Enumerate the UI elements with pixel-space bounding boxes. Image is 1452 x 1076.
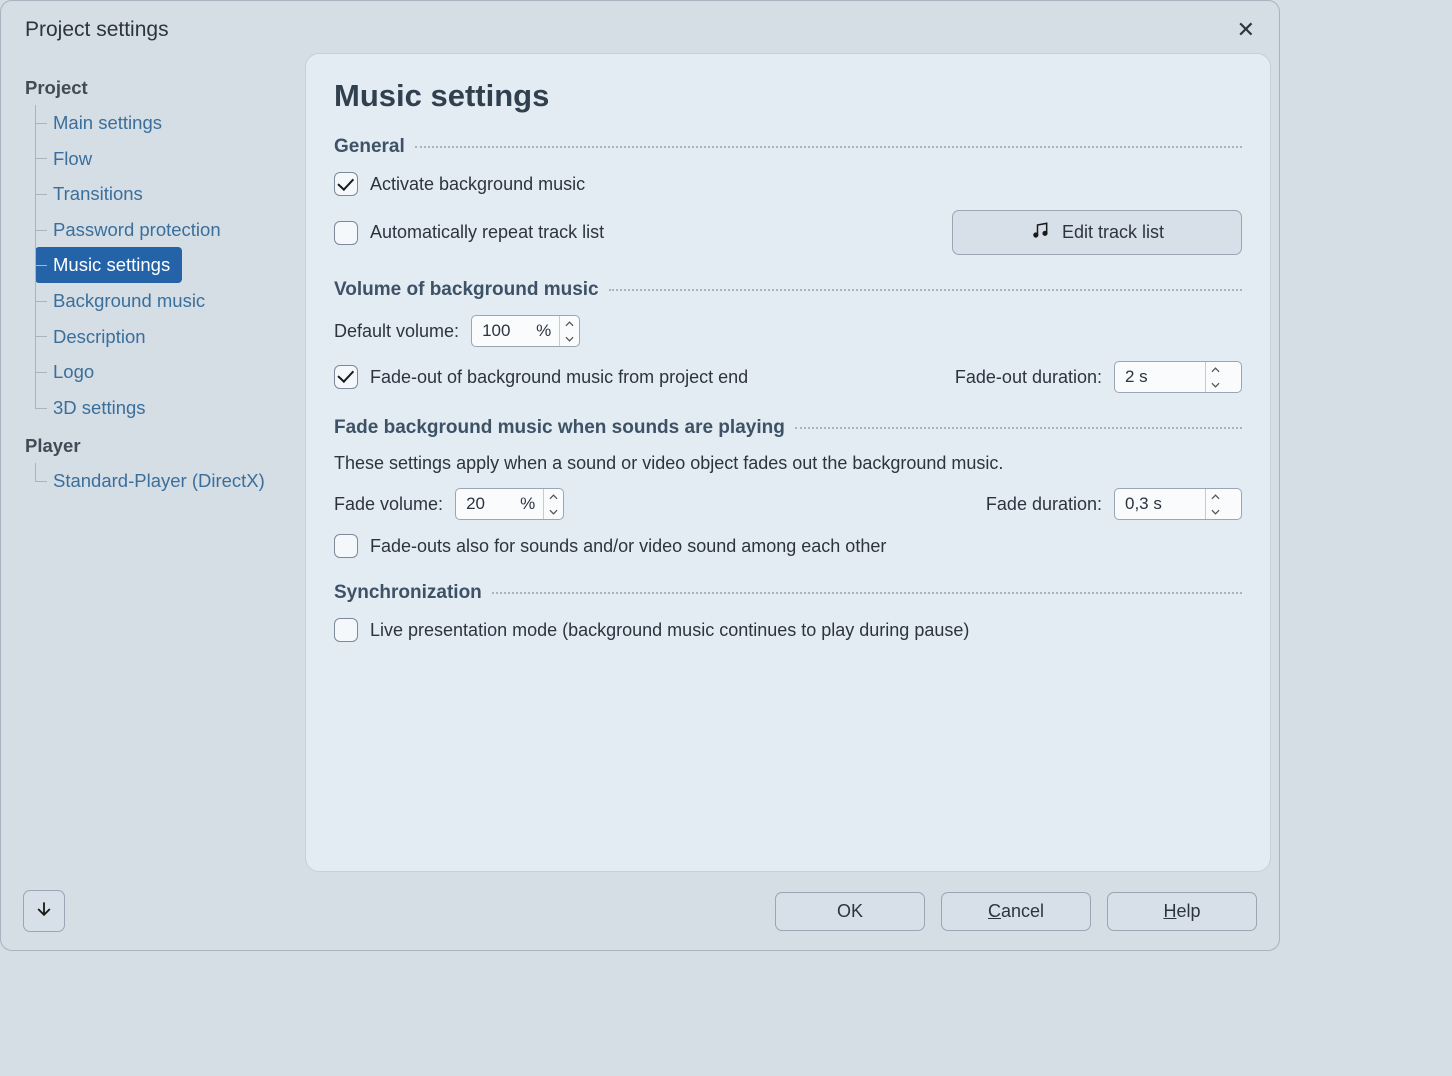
- sidebar-item-description[interactable]: Description: [35, 319, 287, 355]
- default-volume-value[interactable]: 100: [472, 316, 536, 346]
- auto-repeat-checkbox[interactable]: [334, 221, 358, 245]
- fade-hint: These settings apply when a sound or vid…: [334, 453, 1242, 474]
- fadeout-duration-value[interactable]: 2 s: [1115, 362, 1205, 392]
- default-volume-spinner[interactable]: 100 %: [471, 315, 580, 347]
- spinner-up-icon[interactable]: [544, 489, 563, 504]
- activate-bg-music-checkbox[interactable]: [334, 172, 358, 196]
- sidebar-item-standard-player[interactable]: Standard-Player (DirectX): [35, 463, 287, 499]
- fadeout-duration-label: Fade-out duration:: [955, 367, 1102, 388]
- fade-volume-value[interactable]: 20: [456, 489, 520, 519]
- sidebar-item-3d-settings[interactable]: 3D settings: [35, 390, 287, 426]
- fade-duration-value[interactable]: 0,3 s: [1115, 489, 1205, 519]
- spinner-up-icon[interactable]: [1206, 489, 1225, 504]
- spinner-up-icon[interactable]: [1206, 362, 1225, 377]
- sidebar-group-player: Player: [21, 429, 287, 459]
- sidebar-item-flow[interactable]: Flow: [35, 141, 287, 177]
- music-note-icon: [1030, 220, 1050, 245]
- default-volume-unit: %: [536, 316, 559, 346]
- fade-duration-label: Fade duration:: [986, 494, 1102, 515]
- window-title: Project settings: [25, 18, 169, 42]
- auto-repeat-label: Automatically repeat track list: [370, 222, 604, 243]
- fadeout-end-label: Fade-out of background music from projec…: [370, 365, 748, 389]
- spinner-up-icon[interactable]: [560, 316, 579, 331]
- spinner-down-icon[interactable]: [1206, 504, 1225, 519]
- sidebar-item-music-settings[interactable]: Music settings: [35, 247, 182, 283]
- page-title: Music settings: [334, 78, 1242, 114]
- cancel-button[interactable]: Cancel: [941, 892, 1091, 931]
- default-volume-label: Default volume:: [334, 321, 459, 342]
- activate-bg-music-label: Activate background music: [370, 174, 585, 195]
- sidebar-item-main-settings[interactable]: Main settings: [35, 105, 287, 141]
- spinner-down-icon[interactable]: [544, 504, 563, 519]
- section-general: General: [334, 136, 1242, 158]
- fadeout-end-checkbox[interactable]: [334, 365, 358, 389]
- live-mode-checkbox[interactable]: [334, 618, 358, 642]
- footer: OK Cancel Help: [1, 880, 1279, 950]
- section-fade: Fade background music when sounds are pl…: [334, 417, 1242, 439]
- section-sync: Synchronization: [334, 582, 1242, 604]
- fade-among-label: Fade-outs also for sounds and/or video s…: [370, 536, 886, 557]
- content-panel: Music settings General Activate backgrou…: [305, 53, 1271, 872]
- sidebar: Project Main settings Flow Transitions P…: [9, 53, 295, 872]
- fade-volume-label: Fade volume:: [334, 494, 443, 515]
- import-button[interactable]: [23, 890, 65, 932]
- fade-among-checkbox[interactable]: [334, 534, 358, 558]
- spinner-down-icon[interactable]: [560, 331, 579, 346]
- sidebar-item-logo[interactable]: Logo: [35, 354, 287, 390]
- spinner-down-icon[interactable]: [1206, 377, 1225, 392]
- fade-duration-spinner[interactable]: 0,3 s: [1114, 488, 1242, 520]
- sidebar-item-transitions[interactable]: Transitions: [35, 176, 287, 212]
- fadeout-duration-spinner[interactable]: 2 s: [1114, 361, 1242, 393]
- sidebar-item-password-protection[interactable]: Password protection: [35, 212, 287, 248]
- edit-tracklist-button[interactable]: Edit track list: [952, 210, 1242, 255]
- help-button[interactable]: Help: [1107, 892, 1257, 931]
- section-volume: Volume of background music: [334, 279, 1242, 301]
- sidebar-item-background-music[interactable]: Background music: [35, 283, 287, 319]
- close-icon[interactable]: ✕: [1231, 15, 1261, 45]
- sidebar-group-project: Project: [21, 71, 287, 101]
- titlebar: Project settings ✕: [1, 1, 1279, 53]
- ok-button[interactable]: OK: [775, 892, 925, 931]
- arrow-down-icon: [34, 899, 54, 924]
- live-mode-label: Live presentation mode (background music…: [370, 620, 969, 641]
- fade-volume-spinner[interactable]: 20 %: [455, 488, 564, 520]
- fade-volume-unit: %: [520, 489, 543, 519]
